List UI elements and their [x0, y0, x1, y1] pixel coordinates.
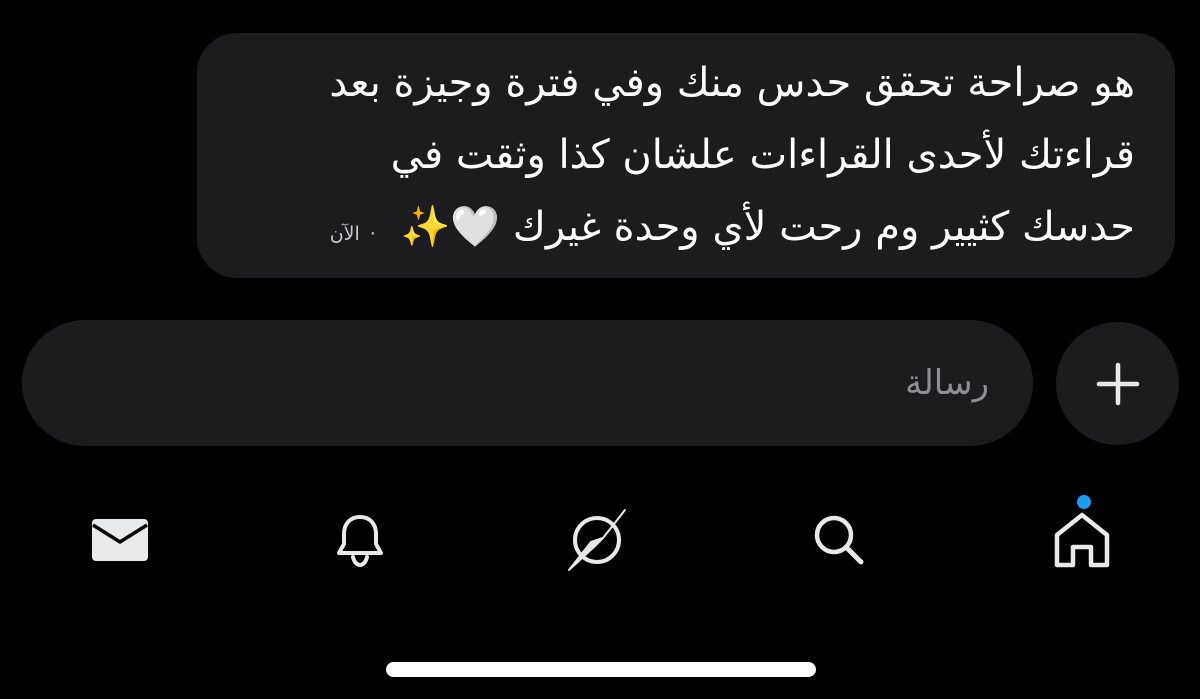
tab-search[interactable] — [799, 500, 879, 580]
meta-separator: · — [369, 223, 376, 245]
message-line-2: قراءتك لأحدى القراءات علشان كذا وثقت في — [390, 132, 1135, 178]
message-line-3: حدسك كثيير وم رحت لأي وحدة غيرك 🤍✨ — [400, 204, 1135, 250]
tab-notifications[interactable] — [320, 500, 400, 580]
message-composer — [22, 320, 1033, 446]
bell-icon — [337, 515, 383, 568]
tab-home[interactable] — [1042, 500, 1122, 580]
tab-explore[interactable] — [557, 500, 637, 580]
message-line-1: هو صراحة تحقق حدس منك وفي فترة وجيزة بعد — [329, 60, 1135, 106]
message-meta: · الآن — [330, 223, 376, 245]
home-icon — [1054, 512, 1110, 568]
message-bubble[interactable]: هو صراحة تحقق حدس منك وفي فترة وجيزة بعد… — [197, 33, 1175, 278]
tab-messages[interactable] — [80, 500, 160, 580]
search-icon — [814, 515, 864, 565]
message-timestamp: الآن — [329, 223, 360, 245]
message-text: هو صراحة تحقق حدس منك وفي فترة وجيزة بعد… — [235, 47, 1135, 270]
mail-icon — [92, 519, 148, 561]
home-indicator[interactable] — [386, 662, 816, 677]
home-notification-dot — [1077, 495, 1091, 509]
compass-icon — [568, 509, 626, 571]
add-attachment-button[interactable] — [1056, 322, 1179, 445]
message-input[interactable] — [62, 320, 989, 446]
plus-icon — [1096, 362, 1139, 405]
